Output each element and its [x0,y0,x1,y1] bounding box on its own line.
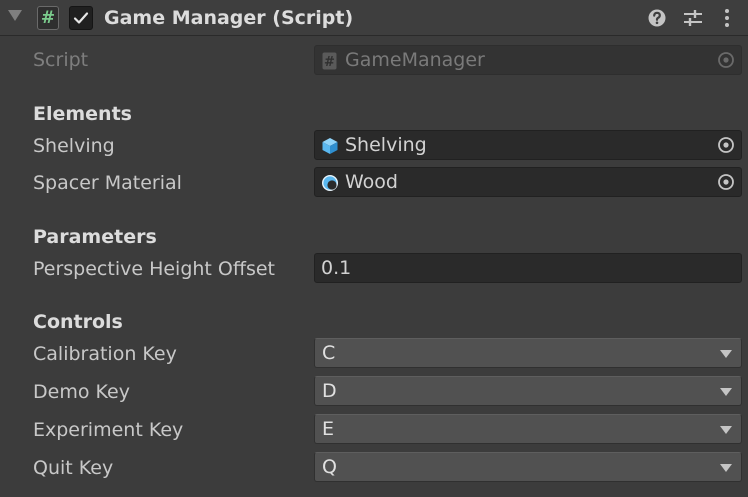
object-picker-icon [718,174,734,190]
script-label: Script [33,49,89,71]
object-picker-icon [718,52,734,68]
prefab-cube-icon [322,138,338,154]
perspective-height-offset-field[interactable]: 0.1 [314,253,742,283]
chevron-down-icon [720,388,732,396]
shelving-label: Shelving [33,135,115,157]
component-enabled-checkbox[interactable] [69,6,93,30]
spacer-material-label: Spacer Material [33,172,182,194]
object-picker-icon [718,137,734,153]
shelving-object-picker[interactable] [711,131,741,159]
spacer-material-value: Wood [345,171,398,193]
quit-key-dropdown[interactable]: Q [314,452,742,482]
elements-header: Elements [33,103,132,125]
experiment-key-value: E [322,418,335,440]
quit-key-label: Quit Key [33,457,114,479]
perspective-height-offset-label: Perspective Height Offset [33,258,276,280]
chevron-down-icon [720,426,732,434]
spacer-material-field[interactable]: Wood [314,167,742,197]
help-icon [648,9,666,27]
experiment-key-dropdown[interactable]: E [314,414,742,444]
quit-key-value: Q [322,456,337,478]
chevron-down-icon [720,350,732,358]
perspective-height-offset-value: 0.1 [321,257,352,279]
calibration-key-dropdown[interactable]: C [314,338,742,368]
calibration-key-value: C [322,342,336,364]
csharp-script-icon: # [322,52,337,70]
component-title: Game Manager (Script) [104,7,354,29]
checkmark-icon [73,12,89,24]
shelving-value: Shelving [345,134,427,156]
demo-key-value: D [322,380,337,402]
chevron-down-icon [720,464,732,472]
shelving-object-field[interactable]: Shelving [314,130,742,160]
demo-key-dropdown[interactable]: D [314,376,742,406]
material-sphere-icon [322,175,338,191]
calibration-key-label: Calibration Key [33,343,177,365]
presets-sliders-icon [684,10,702,26]
script-value: GameManager [345,49,485,71]
csharp-script-icon: # [37,6,59,30]
presets-button[interactable] [682,7,704,29]
component-header: # Game Manager (Script) [0,0,748,36]
script-object-picker [711,46,741,74]
script-field: # GameManager [314,45,742,75]
help-button[interactable] [646,7,668,29]
controls-header: Controls [33,311,123,333]
component-menu-button[interactable] [716,7,738,29]
kebab-menu-icon [725,9,729,27]
demo-key-label: Demo Key [33,381,130,403]
svg-text:#: # [324,55,335,70]
foldout-arrow-icon[interactable] [8,10,22,21]
parameters-header: Parameters [33,226,157,248]
spacer-material-picker[interactable] [711,168,741,196]
experiment-key-label: Experiment Key [33,419,184,441]
